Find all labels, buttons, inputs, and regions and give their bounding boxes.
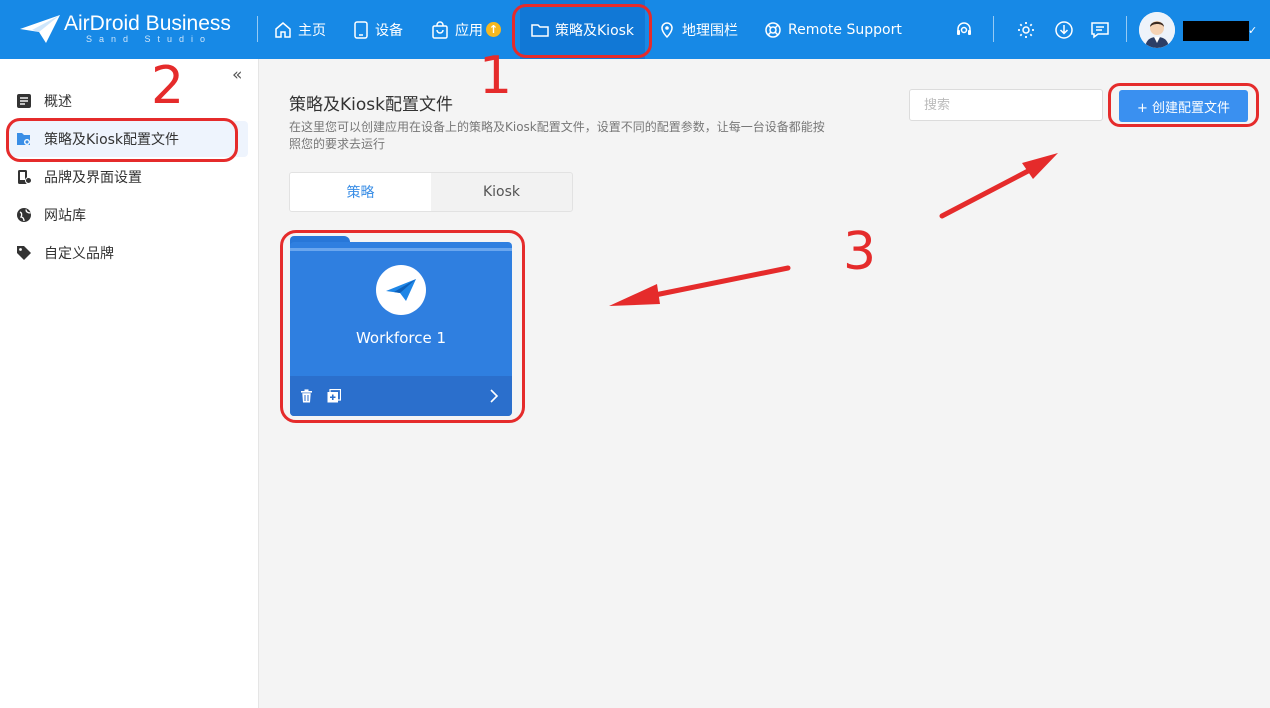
annotation-arrowhead-up: [1022, 153, 1058, 179]
headset-icon: [957, 22, 971, 35]
user-avatar[interactable]: [1139, 12, 1175, 48]
lifebuoy-icon: [765, 21, 781, 38]
sidebar-item-label: 策略及Kiosk配置文件: [44, 132, 180, 148]
sidebar-item-website-library[interactable]: 网站库: [8, 197, 248, 233]
globe-icon: [17, 208, 31, 222]
nav-apps[interactable]: 应用 ↑: [431, 0, 501, 59]
annotation-arrow-left: [652, 265, 791, 298]
paper-plane-logo-icon: [20, 15, 60, 43]
paper-plane-icon: [386, 279, 416, 301]
customer-service-button[interactable]: [953, 19, 975, 41]
user-name-redacted[interactable]: [1183, 21, 1249, 41]
search-input[interactable]: [909, 89, 1103, 121]
sidebar-item-brand-ui[interactable]: 品牌及界面设置: [8, 159, 248, 195]
shopping-bag-icon: [432, 20, 448, 39]
nav-devices-label: 设备: [375, 22, 403, 39]
logo-name: AirDroid Business: [64, 12, 231, 35]
folder-body: Workforce 1: [290, 242, 512, 416]
create-profile-button[interactable]: + 创建配置文件: [1119, 90, 1248, 122]
sidebar-item-label: 品牌及界面设置: [44, 170, 142, 186]
nav-divider: [993, 16, 994, 42]
sidebar-item-custom-brand[interactable]: 自定义品牌: [8, 235, 248, 271]
sidebar: « 概述 策略及Kiosk配置文件 品牌及界面设置 网站库 自定义品牌: [0, 59, 259, 708]
open-profile-button[interactable]: [486, 388, 502, 404]
folder-icon: [531, 23, 549, 37]
nav-remote-support[interactable]: Remote Support: [764, 0, 902, 59]
logo-subtitle: Sand Studio: [86, 34, 213, 44]
nav-home[interactable]: 主页: [274, 0, 326, 59]
nav-apps-label: 应用: [455, 22, 483, 39]
map-pin-icon: [661, 21, 673, 38]
profile-name: Workforce 1: [355, 329, 447, 347]
sidebar-item-policy-profiles[interactable]: 策略及Kiosk配置文件: [8, 121, 248, 157]
nav-devices[interactable]: 设备: [353, 0, 403, 59]
profile-card[interactable]: Workforce 1: [290, 236, 512, 416]
upgrade-badge: ↑: [486, 22, 501, 37]
copy-icon: [327, 389, 341, 403]
download-button[interactable]: [1053, 19, 1075, 41]
nav-home-label: 主页: [298, 22, 326, 39]
collapse-sidebar-button[interactable]: «: [232, 65, 242, 85]
tag-icon: [17, 246, 31, 260]
tab-policy[interactable]: 策略: [290, 173, 431, 211]
chevron-right-icon: [490, 389, 499, 403]
device-icon: [354, 20, 368, 39]
home-icon: [275, 21, 291, 38]
delete-profile-button[interactable]: [298, 388, 314, 404]
chevron-down-icon[interactable]: ✓: [1248, 24, 1257, 37]
sidebar-item-overview[interactable]: 概述: [8, 83, 248, 119]
tab-kiosk[interactable]: Kiosk: [431, 173, 572, 211]
annotation-number-3: 3: [843, 222, 877, 282]
profile-logo: [376, 265, 426, 315]
trash-icon: [300, 389, 312, 403]
policy-file-icon: [17, 133, 30, 145]
annotation-arrowhead-left: [609, 284, 660, 306]
page-description: 在这里您可以创建应用在设备上的策略及Kiosk配置文件，设置不同的配置参数，让每…: [289, 120, 825, 151]
nav-policy-kiosk-label: 策略及Kiosk: [555, 22, 635, 39]
messages-button[interactable]: [1089, 19, 1111, 41]
nav-geofence-label: 地理围栏: [682, 22, 738, 39]
profile-card-footer: [290, 376, 512, 416]
nav-geofence[interactable]: 地理围栏: [658, 0, 738, 59]
nav-divider: [257, 16, 258, 42]
sidebar-item-label: 概述: [44, 94, 72, 110]
annotation-arrow-up: [939, 167, 1033, 219]
brand-ui-icon: [18, 170, 32, 184]
download-icon: [1055, 21, 1073, 39]
folder-highlight: [290, 248, 512, 251]
airdroid-logo[interactable]: AirDroid Business Sand Studio: [18, 10, 238, 50]
top-navigation-bar: AirDroid Business Sand Studio 主页 设备 应用 ↑…: [0, 0, 1270, 59]
gear-icon: [1018, 22, 1034, 38]
settings-button[interactable]: [1015, 19, 1037, 41]
nav-divider: [1126, 16, 1127, 42]
nav-remote-support-label: Remote Support: [788, 21, 902, 38]
page-title: 策略及Kiosk配置文件: [289, 95, 453, 115]
copy-profile-button[interactable]: [326, 388, 342, 404]
nav-policy-kiosk[interactable]: 策略及Kiosk: [520, 0, 646, 59]
message-icon: [1091, 22, 1109, 39]
user-avatar-icon: [1139, 12, 1175, 48]
profile-type-tabs: 策略 Kiosk: [289, 172, 573, 212]
overview-icon: [17, 94, 31, 108]
sidebar-item-label: 自定义品牌: [44, 246, 114, 262]
sidebar-item-label: 网站库: [44, 208, 86, 224]
